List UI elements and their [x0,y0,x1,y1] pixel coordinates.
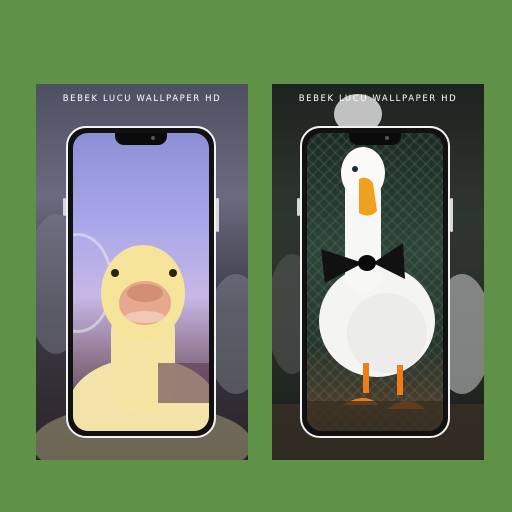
phone-side-button [450,198,453,232]
phone-side-button [63,198,66,216]
wallpaper-duck-bowtie [307,133,443,431]
wallpaper-duckling [73,133,209,431]
phone-notch [115,133,167,145]
phone-mockup [297,126,453,438]
duckling-image [73,245,209,431]
phone-side-button [216,198,219,232]
phone-notch [349,133,401,145]
screenshot-card-1: BEBEK LUCU WALLPAPER HD [36,84,248,460]
phone-mockup [63,126,219,438]
duck-bowtie-image [307,147,443,431]
card-title: BEBEK LUCU WALLPAPER HD [62,94,222,104]
phone-side-button [297,198,300,216]
screenshot-card-2: BEBEK LUCU WALLPAPER HD [272,84,484,460]
card-title: BEBEK LUCU WALLPAPER HD [298,94,458,104]
